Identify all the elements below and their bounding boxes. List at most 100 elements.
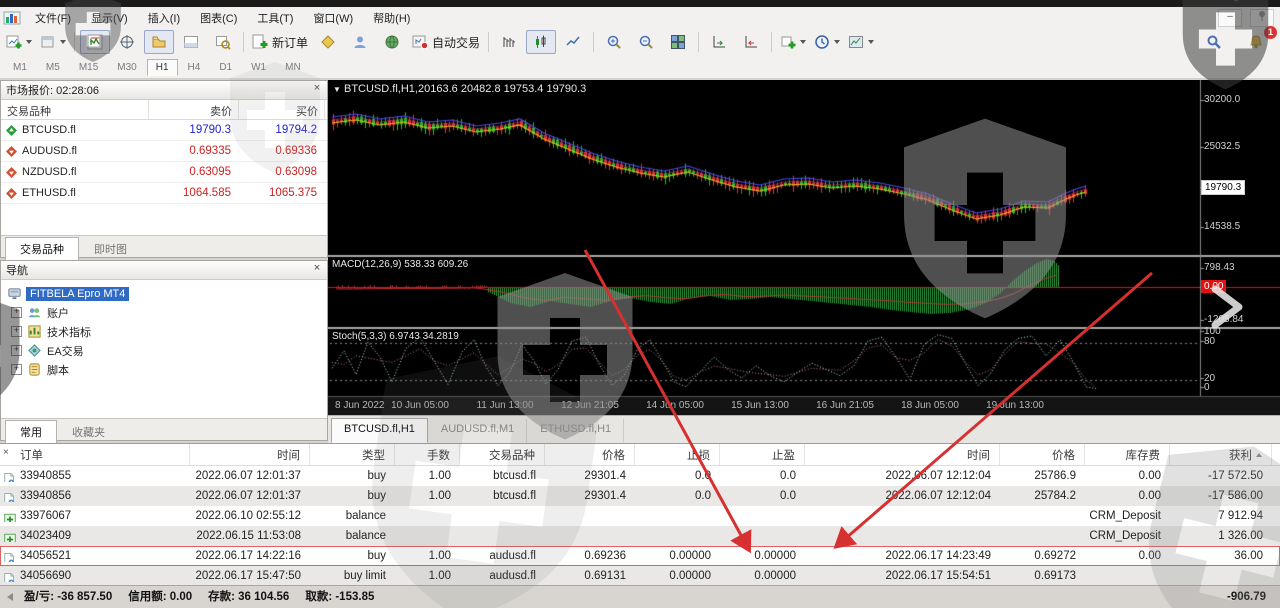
market-watch-tab-1[interactable]: 交易品种	[5, 237, 79, 261]
chart-tab-1[interactable]: BTCUSD.fl,H1	[331, 418, 428, 443]
navigator-item-2[interactable]: +技术指标	[7, 322, 327, 341]
navigator-item-4[interactable]: +脚本	[7, 360, 327, 379]
order-cell: -17 586.00	[1170, 490, 1272, 502]
navigator-close-button[interactable]: ×	[310, 261, 324, 275]
new-chart-button[interactable]	[3, 30, 35, 54]
expand-plus-icon[interactable]: +	[11, 307, 22, 318]
chart-collapse-icon[interactable]: ▼	[333, 85, 341, 94]
community-button[interactable]	[345, 30, 375, 54]
menu-item-6[interactable]: 窗口(W)	[303, 8, 363, 28]
navigator-root-item[interactable]: FITBELA Epro MT4	[7, 284, 327, 303]
orders-column-6[interactable]: 价格	[545, 444, 635, 465]
news-button[interactable]	[377, 30, 407, 54]
orders-column-12[interactable]: 获利	[1170, 444, 1272, 465]
timeframe-h4[interactable]: H4	[179, 59, 210, 76]
order-cell: 0.69236	[545, 550, 635, 562]
profiles-button[interactable]	[37, 30, 69, 54]
timeframe-m30[interactable]: M30	[108, 59, 145, 76]
market-watch-row-btcusd.fl[interactable]: BTCUSD.fl19790.319794.2	[1, 120, 327, 141]
orders-column-9[interactable]: 时间	[805, 444, 1000, 465]
expand-plus-icon[interactable]: +	[11, 326, 22, 337]
menu-item-7[interactable]: 帮助(H)	[363, 8, 420, 28]
chart-tab-2[interactable]: AUDUSD.fl,M1	[428, 418, 527, 443]
terminal-button[interactable]	[176, 30, 206, 54]
periods-button[interactable]	[811, 30, 843, 54]
orders-column-7[interactable]: 止损	[635, 444, 720, 465]
chart-window[interactable]: ▼ BTCUSD.fl,H1, 20163.6 20482.8 19753.4 …	[328, 80, 1280, 415]
templates-button[interactable]	[845, 30, 877, 54]
expand-plus-icon[interactable]: +	[11, 364, 22, 375]
bars-button[interactable]	[494, 30, 524, 54]
minimize-button[interactable]: –	[1218, 9, 1242, 27]
chart-tab-3[interactable]: ETHUSD.fl,H1	[527, 418, 624, 443]
zoom-in-button[interactable]	[599, 30, 629, 54]
timeframe-m5[interactable]: M5	[37, 59, 69, 76]
symbol-up-icon	[6, 125, 17, 136]
navigator-tab-2[interactable]: 收藏夹	[57, 420, 120, 444]
notifications-button[interactable]: 1	[1241, 30, 1271, 54]
market-watch-row-nzdusd.fl[interactable]: NZDUSD.fl0.630950.63098	[1, 162, 327, 183]
timeframe-h1[interactable]: H1	[147, 59, 178, 76]
orders-column-3[interactable]: 类型	[310, 444, 395, 465]
market-watch-row-ethusd.fl[interactable]: ETHUSD.fl1064.5851065.375	[1, 183, 327, 204]
menu-item-4[interactable]: 图表(C)	[190, 8, 247, 28]
timeframe-w1[interactable]: W1	[242, 59, 275, 76]
navigator-tab-1[interactable]: 常用	[5, 420, 57, 444]
orders-column-8[interactable]: 止盈	[720, 444, 805, 465]
tile-windows-button[interactable]	[663, 30, 693, 54]
navigator-title: 导航	[6, 265, 28, 277]
orders-column-label: 时间	[277, 447, 300, 463]
market-watch-tab-2[interactable]: 即时图	[79, 237, 142, 261]
candles-button[interactable]	[526, 30, 556, 54]
zoom-out-button[interactable]	[631, 30, 661, 54]
expand-plus-icon[interactable]: +	[11, 345, 22, 356]
price-chart-canvas[interactable]	[328, 80, 1280, 415]
tester-button[interactable]	[208, 30, 238, 54]
menu-item-3[interactable]: 插入(I)	[138, 8, 190, 28]
menu-item-2[interactable]: 显示(V)	[81, 8, 138, 28]
timeframe-m15[interactable]: M15	[70, 59, 107, 76]
orders-column-label: 类型	[362, 447, 385, 463]
order-row-33940855[interactable]: 339408552022.06.07 12:01:37buy1.00btcusd…	[0, 466, 1280, 486]
menu-item-5[interactable]: 工具(T)	[247, 8, 303, 28]
indicators-button[interactable]	[777, 30, 809, 54]
orders-column-10[interactable]: 价格	[1000, 444, 1085, 465]
timeframe-d1[interactable]: D1	[210, 59, 241, 76]
data-window-button[interactable]	[112, 30, 142, 54]
navigator-item-3[interactable]: +EA交易	[7, 341, 327, 360]
autoscroll-button[interactable]	[704, 30, 734, 54]
symbol-down-icon	[6, 167, 17, 178]
timeframe-mn[interactable]: MN	[276, 59, 310, 76]
chart-shift-button[interactable]	[736, 30, 766, 54]
line-chart-button[interactable]	[558, 30, 588, 54]
navigator-panel: 导航 × FITBELA Epro MT4+账户+技术指标+EA交易+脚本 常用…	[0, 260, 328, 441]
navigator-button[interactable]	[144, 30, 174, 54]
window-titlebar: ⌃	[0, 0, 1280, 7]
orders-column-2[interactable]: 时间	[190, 444, 310, 465]
navigator-item-1[interactable]: +账户	[7, 303, 327, 322]
order-row-34023409[interactable]: 340234092022.06.15 11:53:08balanceCRM_De…	[0, 526, 1280, 546]
autotrading-button[interactable]: 自动交易	[409, 30, 483, 54]
market-watch-button[interactable]	[80, 30, 110, 54]
market-watch-row-audusd.fl[interactable]: AUDUSD.fl0.693350.69336	[1, 141, 327, 162]
orders-column-5[interactable]: 交易品种	[460, 444, 545, 465]
dropdown-caret-icon	[60, 40, 66, 44]
orders-column-1[interactable]: 订单	[0, 444, 190, 465]
timeframe-m1[interactable]: M1	[4, 59, 36, 76]
order-row-34056521[interactable]: 340565212022.06.17 14:22:16buy1.00audusd…	[0, 546, 1280, 566]
order-row-33976067[interactable]: 339760672022.06.10 02:55:12balanceCRM_De…	[0, 506, 1280, 526]
order-row-34056690[interactable]: 340566902022.06.17 15:47:50buy limit1.00…	[0, 566, 1280, 586]
notification-badge: 1	[1264, 26, 1277, 39]
time-axis-label: 8 Jun 2022	[335, 400, 385, 411]
terminal-close-button[interactable]: ×	[3, 447, 9, 458]
order-row-33940856[interactable]: 339408562022.06.07 12:01:37buy1.00btcusd…	[0, 486, 1280, 506]
orders-column-11[interactable]: 库存费	[1085, 444, 1170, 465]
mt4-application-window: ⌃ 文件(F)显示(V)插入(I)图表(C)工具(T)窗口(W)帮助(H) – …	[0, 0, 1280, 608]
search-button[interactable]	[1199, 30, 1229, 54]
new-order-button[interactable]: 新订单	[249, 30, 311, 54]
orders-column-4[interactable]: 手数	[395, 444, 460, 465]
menu-item-1[interactable]: 文件(F)	[25, 8, 81, 28]
metaeditor-button[interactable]	[313, 30, 343, 54]
market-watch-close-button[interactable]: ×	[310, 81, 324, 95]
pin-button[interactable]	[1250, 9, 1274, 27]
